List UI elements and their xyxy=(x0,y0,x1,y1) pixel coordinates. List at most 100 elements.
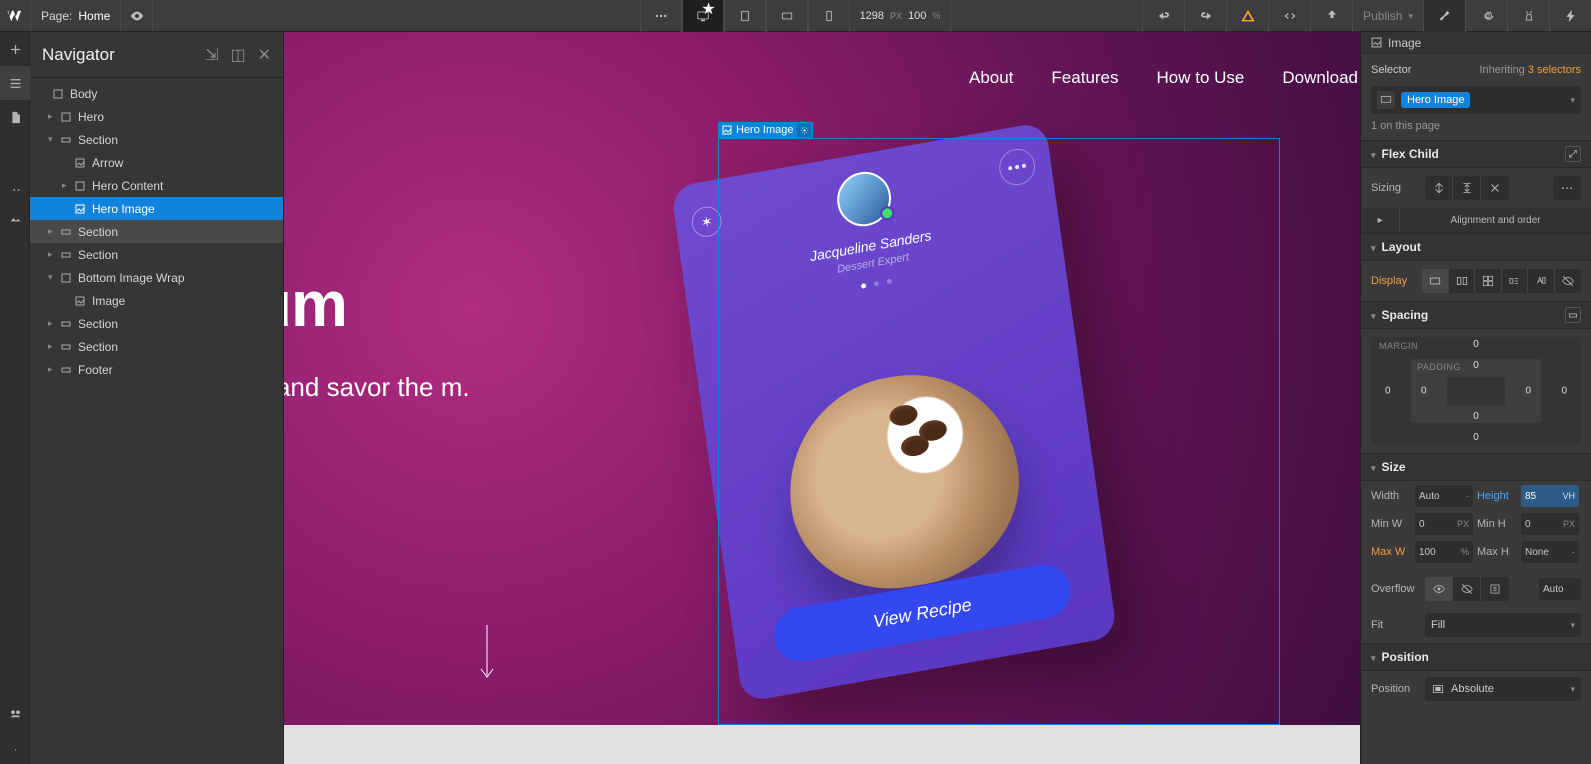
interactions-tab[interactable] xyxy=(1549,0,1591,32)
page-selector[interactable]: Page: Home xyxy=(30,0,121,31)
selector-state-dropdown-icon[interactable]: ▾ xyxy=(1570,95,1575,106)
pages-button[interactable] xyxy=(0,100,30,134)
expand-icon[interactable]: ⤢ xyxy=(1565,146,1581,162)
display-flex-button[interactable] xyxy=(1449,269,1475,293)
audit-button[interactable] xyxy=(0,526,30,560)
hero-subtitle-text[interactable]: our product — and savor the m. xyxy=(284,368,544,407)
select-tool-button[interactable] xyxy=(0,560,30,594)
section-head-layout[interactable]: ▾Layout xyxy=(1361,233,1591,261)
video-tutorials-button[interactable] xyxy=(0,696,30,730)
overflow-scroll-button[interactable] xyxy=(1481,577,1509,601)
add-element-button[interactable] xyxy=(0,32,30,66)
tree-row-image[interactable]: Image xyxy=(30,289,283,312)
viewport-width-readout[interactable]: 1298 PX 100 % xyxy=(850,0,952,32)
element-settings-tab[interactable] xyxy=(1465,0,1507,32)
flex-shrink-button[interactable] xyxy=(1425,176,1453,200)
section-head-spacing[interactable]: ▾Spacing▭ xyxy=(1361,301,1591,329)
padding-bottom-value[interactable]: 0 xyxy=(1473,411,1479,422)
mobile-portrait-breakpoint-button[interactable] xyxy=(808,0,850,32)
nav-about[interactable]: About xyxy=(969,68,1013,88)
display-inline-block-button[interactable] xyxy=(1502,269,1528,293)
display-block-button[interactable] xyxy=(1422,269,1448,293)
height-input[interactable]: 85VH xyxy=(1521,485,1579,507)
tablet-breakpoint-button[interactable] xyxy=(724,0,766,32)
close-panel-icon[interactable]: ✕ xyxy=(258,45,271,65)
tree-row-hero[interactable]: ▸Hero xyxy=(30,105,283,128)
overflow-hidden-button[interactable] xyxy=(1453,577,1481,601)
padding-top-value[interactable]: 0 xyxy=(1473,360,1479,371)
tree-row-hero-image[interactable]: Hero Image xyxy=(30,197,283,220)
ecommerce-button[interactable] xyxy=(0,168,30,202)
flex-more-button[interactable]: ⋯ xyxy=(1553,176,1581,200)
scroll-down-arrow-icon[interactable] xyxy=(477,623,497,683)
max-height-input[interactable]: None- xyxy=(1521,541,1579,563)
tree-row-hero-content[interactable]: ▸Hero Content xyxy=(30,174,283,197)
desktop-breakpoint-button[interactable]: ★ xyxy=(682,0,724,32)
share-button[interactable] xyxy=(1310,0,1352,32)
cms-button[interactable] xyxy=(0,134,30,168)
selection-tag[interactable]: Hero Image xyxy=(718,122,813,138)
padding-right-value[interactable]: 0 xyxy=(1525,386,1531,397)
style-manager-tab[interactable] xyxy=(1507,0,1549,32)
min-width-input[interactable]: 0PX xyxy=(1415,513,1473,535)
search-button[interactable] xyxy=(0,662,30,696)
overflow-auto-button[interactable]: Auto xyxy=(1539,578,1581,600)
section-head-size[interactable]: ▾Size xyxy=(1361,453,1591,481)
padding-left-value[interactable]: 0 xyxy=(1421,386,1427,397)
flex-grow-button[interactable] xyxy=(1453,176,1481,200)
selector-chip[interactable]: Hero Image xyxy=(1401,92,1470,108)
undo-button[interactable] xyxy=(1142,0,1184,32)
next-section-strip[interactable] xyxy=(284,725,1360,764)
mobile-landscape-breakpoint-button[interactable] xyxy=(766,0,808,32)
more-breakpoints-icon[interactable] xyxy=(640,0,682,32)
section-head-flex-child[interactable]: ▾Flex Child⤢ xyxy=(1361,140,1591,168)
webflow-logo[interactable] xyxy=(0,0,30,31)
redo-button[interactable] xyxy=(1184,0,1226,32)
assets-button[interactable] xyxy=(0,202,30,236)
design-canvas[interactable]: About Features How to Use Download mentu… xyxy=(284,32,1360,764)
max-width-input[interactable]: 100% xyxy=(1415,541,1473,563)
navigator-button[interactable] xyxy=(0,66,30,100)
collapse-all-icon[interactable]: ⇲ xyxy=(205,45,218,65)
tree-row-arrow[interactable]: Arrow xyxy=(30,151,283,174)
selection-settings-icon[interactable] xyxy=(797,123,811,137)
xray-button[interactable] xyxy=(0,628,30,662)
overflow-visible-button[interactable] xyxy=(1425,577,1453,601)
hero-title-text[interactable]: mentum xyxy=(284,267,347,341)
spacing-expand-icon[interactable]: ▭ xyxy=(1565,307,1581,323)
issues-button[interactable] xyxy=(1226,0,1268,32)
display-none-button[interactable] xyxy=(1555,269,1581,293)
nav-features[interactable]: Features xyxy=(1051,68,1118,88)
tree-row-body[interactable]: Body xyxy=(30,82,283,105)
tree-row-section-4[interactable]: ▸Section xyxy=(30,312,283,335)
tree-row-section-2[interactable]: ▸Section xyxy=(30,220,283,243)
code-export-button[interactable] xyxy=(1268,0,1310,32)
fit-select[interactable]: Fill▾ xyxy=(1425,613,1581,637)
publish-dropdown[interactable]: Publish ▾ xyxy=(1352,0,1423,32)
margin-top-value[interactable]: 0 xyxy=(1473,339,1479,350)
pin-panel-icon[interactable]: ◫ xyxy=(230,45,245,65)
nav-how-to-use[interactable]: How to Use xyxy=(1157,68,1245,88)
display-inline-button[interactable] xyxy=(1528,269,1554,293)
style-panel-tab[interactable] xyxy=(1423,0,1465,32)
preview-button[interactable] xyxy=(121,0,153,31)
width-input[interactable]: Auto- xyxy=(1415,485,1473,507)
margin-bottom-value[interactable]: 0 xyxy=(1473,432,1479,443)
flex-none-button[interactable] xyxy=(1481,176,1509,200)
selector-input[interactable]: Hero Image ▾ xyxy=(1371,86,1581,114)
flex-align-row[interactable]: ▸ Alignment and order xyxy=(1361,208,1591,233)
position-select[interactable]: Absolute ▾ xyxy=(1425,677,1581,701)
guides-button[interactable] xyxy=(0,594,30,628)
tree-row-footer[interactable]: ▸Footer xyxy=(30,358,283,381)
margin-left-value[interactable]: 0 xyxy=(1385,386,1391,397)
help-button[interactable] xyxy=(0,730,30,764)
margin-right-value[interactable]: 0 xyxy=(1561,386,1567,397)
tree-row-section-1[interactable]: ▾Section xyxy=(30,128,283,151)
breakpoint-selector-icon[interactable] xyxy=(1377,91,1395,109)
tree-row-bottom-image-wrap[interactable]: ▾Bottom Image Wrap xyxy=(30,266,283,289)
tree-row-section-5[interactable]: ▸Section xyxy=(30,335,283,358)
spacing-editor[interactable]: MARGIN 0 0 0 0 PADDING 0 0 0 0 xyxy=(1361,329,1591,453)
section-head-position[interactable]: ▾Position xyxy=(1361,643,1591,671)
display-grid-button[interactable] xyxy=(1475,269,1501,293)
nav-download[interactable]: Download xyxy=(1282,68,1358,88)
